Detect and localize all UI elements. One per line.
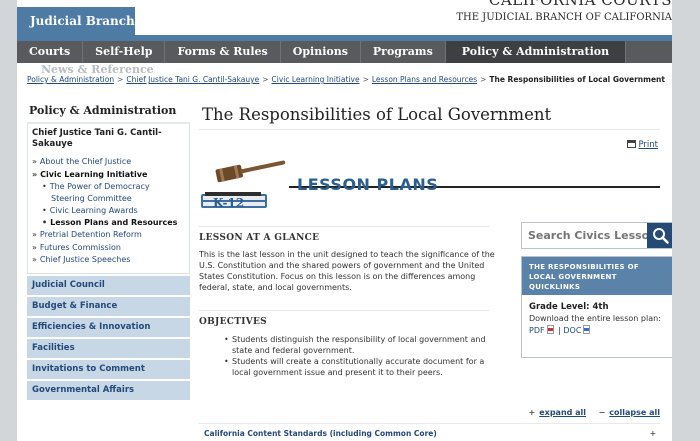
nav-programs[interactable]: Programs xyxy=(361,41,446,63)
pdf-icon xyxy=(546,325,554,334)
expand-collapse-controls: + expand all − collapse all xyxy=(519,408,660,417)
sidebar-panel: Chief Justice Tani G. Cantil-Sakauye » Ab… xyxy=(27,122,190,274)
doc-label: DOC xyxy=(563,326,582,335)
page-title: The Responsibilities of Local Government xyxy=(199,98,660,130)
bullet-icon: » xyxy=(32,169,38,179)
bullet-icon: » xyxy=(32,242,37,252)
bullet-icon: » xyxy=(32,255,37,264)
objective-item: Students will create a constitutionally … xyxy=(224,356,494,378)
pdf-download-link[interactable]: PDF xyxy=(529,325,556,335)
judicial-branch-tab[interactable]: Judicial Branch xyxy=(17,7,135,35)
sidebar-item-label: About the Chief Justice xyxy=(39,157,132,166)
breadcrumb-chief-justice[interactable]: Chief Justice Tani G. Cantil-Sakauye xyxy=(126,75,259,84)
sidebar-item-about[interactable]: » About the Chief Justice xyxy=(32,156,185,169)
sidebar-block-efficiencies[interactable]: Efficiencies & Innovation xyxy=(27,317,190,337)
nav-opinions[interactable]: Opinions xyxy=(281,41,361,63)
breadcrumb-current: The Responsibilities of Local Government xyxy=(489,75,665,84)
sidebar-item-label: Civic Learning Initiative xyxy=(40,169,148,179)
breadcrumb-policy-administration[interactable]: Policy & Administration xyxy=(27,75,114,84)
sidebar-item-futures[interactable]: » Futures Commission xyxy=(32,242,185,255)
sidebar-item-label-line2: Steering Committee xyxy=(51,194,132,203)
bullet-icon: » xyxy=(32,230,37,239)
doc-download-link[interactable]: DOC xyxy=(563,325,592,335)
print-button[interactable]: Print xyxy=(627,140,658,150)
sidebar: Policy & Administration Chief Justice Ta… xyxy=(27,98,190,400)
search-icon xyxy=(653,228,669,244)
nav-policy-administration[interactable]: Policy & Administration xyxy=(445,41,627,63)
lesson-at-a-glance-text: This is the last lesson in the unit desi… xyxy=(199,250,495,292)
print-label: Print xyxy=(638,140,658,150)
plus-icon: + xyxy=(528,408,536,417)
gavel-book-icon: K-12 xyxy=(201,160,286,210)
link-divider: | xyxy=(558,326,561,335)
search-button[interactable] xyxy=(647,223,672,248)
sidebar-block-invitations[interactable]: Invitations to Comment xyxy=(27,359,190,379)
breadcrumb: Policy & Administration > Chief Justice Ta… xyxy=(27,74,667,85)
expand-plus-icon: + xyxy=(649,429,656,438)
nav-forms-rules[interactable]: Forms & Rules xyxy=(165,41,281,63)
breadcrumb-separator: > xyxy=(262,75,269,84)
sidebar-item-label: Lesson Plans and Resources xyxy=(50,218,178,227)
sidebar-item-label: The Power of Democracy xyxy=(49,182,150,191)
breadcrumb-separator: > xyxy=(117,75,124,84)
sidebar-block-facilities[interactable]: Facilities xyxy=(27,338,190,358)
sidebar-list: » About the Chief Justice » Civic Learning… xyxy=(32,156,185,267)
grade-level: Grade Level: 4th xyxy=(529,302,609,312)
sidebar-item-label: Futures Commission xyxy=(39,242,121,252)
download-label: Download the entire lesson plan: xyxy=(529,314,661,323)
nav-self-help[interactable]: Self-Help xyxy=(83,41,166,63)
sidebar-heading[interactable]: Chief Justice Tani G. Cantil-Sakauye xyxy=(32,128,185,150)
quicklinks-panel: THE RESPONSIBILITIES OF LOCAL GOVERNMENT… xyxy=(521,256,672,358)
sidebar-block-budget-finance[interactable]: Budget & Finance xyxy=(27,296,190,316)
site-title[interactable]: CALIFORNIA COURTS xyxy=(489,0,672,9)
breadcrumb-lesson-plans[interactable]: Lesson Plans and Resources xyxy=(372,75,477,84)
lesson-plans-banner: K-12 LESSON PLANS xyxy=(199,156,660,214)
sidebar-block-judicial-council[interactable]: Judicial Council xyxy=(27,275,190,295)
sidebar-item-pretrial[interactable]: » Pretrial Detention Reform xyxy=(32,229,185,242)
civics-search xyxy=(521,222,672,249)
nav-courts[interactable]: Courts xyxy=(17,41,84,63)
sidebar-item-label: Pretrial Detention Reform xyxy=(39,230,142,239)
sidebar-item-lesson-plans[interactable]: • Lesson Plans and Resources xyxy=(42,217,185,229)
breadcrumb-civic-learning[interactable]: Civic Learning Initiative xyxy=(272,75,360,84)
objectives-list: Students distinguish the responsibility … xyxy=(224,334,494,378)
sidebar-item-power-of-democracy[interactable]: • The Power of Democracy Steering Committe… xyxy=(42,181,185,205)
sidebar-item-civic-awards[interactable]: • Civic Learning Awards xyxy=(42,205,185,217)
download-links: PDF | DOC xyxy=(529,324,667,337)
top-nav: Courts Self-Help Forms & Rules Opinions … xyxy=(17,41,672,63)
collapse-all-link[interactable]: collapse all xyxy=(609,408,660,417)
objective-item: Students distinguish the responsibility … xyxy=(224,334,494,356)
search-input[interactable] xyxy=(522,223,648,248)
lesson-plans-heading: LESSON PLANS xyxy=(297,175,439,194)
sidebar-sublist: • The Power of Democracy Steering Committe… xyxy=(32,181,185,229)
sidebar-item-speeches[interactable]: » Chief Justice Speeches xyxy=(32,254,185,267)
k12-badge-text: K-12 xyxy=(213,196,244,210)
accordion-label: California Content Standards (including … xyxy=(204,429,437,438)
sidebar-block-governmental-affairs[interactable]: Governmental Affairs xyxy=(27,380,190,400)
lesson-at-a-glance-heading: LESSON AT A GLANCE xyxy=(199,226,489,243)
bullet-icon: • xyxy=(42,182,47,191)
doc-icon xyxy=(583,325,591,334)
sidebar-title: Policy & Administration xyxy=(29,104,177,117)
bullet-icon: » xyxy=(32,157,37,166)
printer-icon xyxy=(627,140,637,148)
bullet-icon: • xyxy=(42,218,48,227)
bullet-icon: • xyxy=(42,206,47,215)
objectives-heading: OBJECTIVES xyxy=(199,310,489,327)
sidebar-item-civic-learning[interactable]: » Civic Learning Initiative xyxy=(32,169,185,182)
quicklinks-body: Grade Level: 4th Download the entire les… xyxy=(522,295,672,344)
breadcrumb-separator: > xyxy=(480,75,487,84)
breadcrumb-separator: > xyxy=(362,75,369,84)
minus-icon: − xyxy=(598,408,606,417)
page: Judicial Branch CALIFORNIA COURTS THE JU… xyxy=(17,0,672,441)
expand-all-link[interactable]: expand all xyxy=(539,408,586,417)
site-subtitle: THE JUDICIAL BRANCH OF CALIFORNIA xyxy=(456,12,672,23)
sidebar-item-label: Chief Justice Speeches xyxy=(39,255,131,264)
pdf-label: PDF xyxy=(529,326,545,335)
sidebar-item-label: Civic Learning Awards xyxy=(49,206,138,215)
quicklinks-heading: THE RESPONSIBILITIES OF LOCAL GOVERNMENT… xyxy=(522,257,672,295)
main-content: The Responsibilities of Local Government… xyxy=(199,98,672,438)
accordion-content-standards[interactable]: California Content Standards (including … xyxy=(199,423,660,441)
